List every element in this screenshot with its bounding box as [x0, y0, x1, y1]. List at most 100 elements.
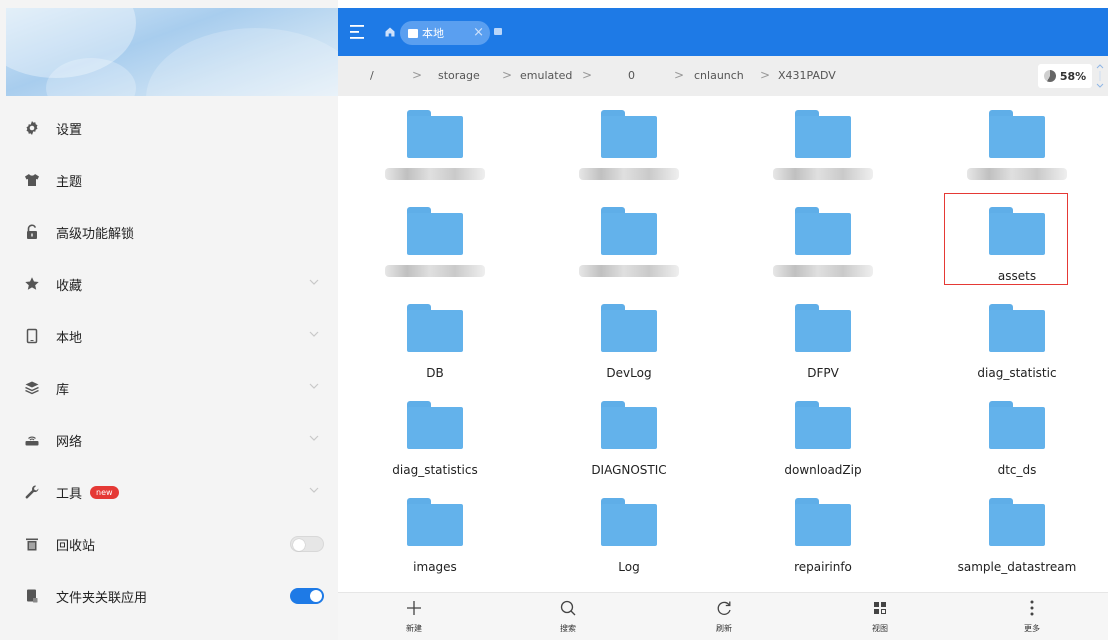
sidebar-item-label: 本地	[56, 330, 83, 346]
chevron-right-icon: >	[502, 68, 513, 82]
folder-item[interactable]: DB	[338, 294, 532, 394]
breadcrumb-item[interactable]: emulated	[520, 69, 572, 82]
folder-item[interactable]	[726, 197, 920, 297]
breadcrumb-root[interactable]: /	[370, 69, 374, 82]
recycle-bin-toggle[interactable]	[290, 536, 324, 552]
sidebar-item-tools[interactable]: 工具 new	[6, 466, 338, 518]
chevron-right-icon: >	[674, 68, 685, 82]
view-button[interactable]: 视图	[840, 597, 920, 637]
sidebar-item-label: 主题	[56, 174, 83, 190]
folder-icon	[795, 110, 851, 158]
more-button[interactable]: 更多	[992, 597, 1072, 637]
new-tab-icon[interactable]	[494, 28, 502, 35]
breadcrumb-item[interactable]: 0	[628, 69, 635, 82]
tab-local[interactable]: 本地 ×	[400, 21, 490, 45]
folder-item[interactable]: DevLog	[532, 294, 726, 394]
refresh-icon	[684, 597, 764, 619]
redacted-folder-name	[579, 265, 679, 277]
folder-item[interactable]: diag_statistics	[338, 391, 532, 491]
folder-icon	[795, 304, 851, 352]
folder-item[interactable]: repairinfo	[726, 488, 920, 588]
home-icon[interactable]	[384, 26, 396, 38]
folder-icon	[989, 401, 1045, 449]
folder-apps-toggle[interactable]	[290, 588, 324, 604]
gear-icon	[22, 118, 42, 138]
refresh-label: 刷新	[716, 624, 732, 633]
folder-app-icon	[22, 586, 42, 606]
drawer-menu: 设置 主题 高级功能解锁 收藏 本地 库 网络 工具 new 回收站 文件夹关联…	[6, 102, 338, 622]
sidebar-item-favorites[interactable]: 收藏	[6, 258, 338, 310]
layers-icon	[22, 378, 42, 398]
folder-item[interactable]: diag_statistic	[920, 294, 1108, 394]
storage-percent: 58%	[1059, 69, 1087, 83]
folder-item[interactable]	[338, 100, 532, 200]
sidebar-item-theme[interactable]: 主题	[6, 154, 338, 206]
tab-label: 本地	[422, 27, 444, 40]
folder-name: DevLog	[606, 366, 652, 380]
search-icon	[528, 597, 608, 619]
phone-icon	[22, 326, 42, 346]
folder-icon	[407, 304, 463, 352]
sidebar-item-library[interactable]: 库	[6, 362, 338, 414]
pie-chart-icon	[1043, 70, 1056, 82]
sidebar-item-recycle-bin[interactable]: 回收站	[6, 518, 338, 570]
search-button[interactable]: 搜索	[528, 597, 608, 637]
folder-name: sample_datastream	[957, 560, 1077, 574]
shirt-icon	[22, 170, 42, 190]
folder-item[interactable]: DFPV	[726, 294, 920, 394]
folder-item[interactable]: downloadZip	[726, 391, 920, 491]
chevron-down-icon	[309, 487, 319, 493]
folder-icon	[407, 498, 463, 546]
folder-icon	[601, 304, 657, 352]
new-button[interactable]: 新建	[374, 597, 454, 637]
folder-icon	[795, 401, 851, 449]
redacted-folder-name	[967, 168, 1067, 180]
view-label: 视图	[872, 624, 888, 633]
breadcrumb-item[interactable]: cnlaunch	[694, 69, 744, 82]
plus-icon	[374, 597, 454, 619]
sidebar-item-folder-apps[interactable]: 文件夹关联应用	[6, 570, 338, 622]
folder-item[interactable]: sample_datastream	[920, 488, 1108, 588]
folder-icon	[795, 498, 851, 546]
folder-icon	[601, 110, 657, 158]
folder-item[interactable]: Log	[532, 488, 726, 588]
sidebar-item-unlock[interactable]: 高级功能解锁	[6, 206, 338, 258]
folder-item[interactable]: images	[338, 488, 532, 588]
folder-item[interactable]: DIAGNOSTIC	[532, 391, 726, 491]
sidebar-item-label: 工具	[56, 486, 83, 502]
drawer-header-banner	[6, 8, 338, 96]
folder-name: dtc_ds	[997, 463, 1037, 477]
breadcrumb-item[interactable]: storage	[438, 69, 480, 82]
new-badge: new	[90, 485, 119, 499]
refresh-button[interactable]: 刷新	[684, 597, 764, 637]
menu-icon[interactable]	[348, 22, 368, 42]
sidebar-item-network[interactable]: 网络	[6, 414, 338, 466]
storage-usage-badge[interactable]: 58%	[1038, 64, 1092, 88]
folder-item[interactable]	[338, 197, 532, 297]
top-app-bar: 本地 ×	[338, 8, 1108, 56]
breadcrumb-item-current[interactable]: X431PADV	[778, 69, 836, 82]
folder-item[interactable]	[920, 100, 1108, 200]
router-icon	[22, 430, 42, 450]
sidebar-item-settings[interactable]: 设置	[6, 102, 338, 154]
chevron-down-icon	[309, 331, 319, 337]
redacted-folder-name	[773, 265, 873, 277]
sidebar-item-local[interactable]: 本地	[6, 310, 338, 362]
scroll-arrows-icon[interactable]	[1096, 62, 1104, 90]
folder-name: DB	[426, 366, 444, 380]
breadcrumb: / > storage > emulated > 0 > cnlaunch > …	[338, 56, 1108, 96]
chevron-right-icon: >	[412, 68, 423, 82]
folder-item[interactable]: dtc_ds	[920, 391, 1108, 491]
new-label: 新建	[406, 624, 422, 633]
unlock-icon	[22, 222, 42, 242]
folder-item[interactable]	[532, 197, 726, 297]
highlight-box	[944, 193, 1068, 285]
trash-icon	[22, 534, 42, 554]
folder-name: downloadZip	[784, 463, 862, 477]
chevron-down-icon	[309, 435, 319, 441]
folder-item[interactable]	[726, 100, 920, 200]
redacted-folder-name	[773, 168, 873, 180]
folder-icon	[795, 207, 851, 255]
close-icon[interactable]: ×	[473, 25, 484, 41]
folder-item[interactable]	[532, 100, 726, 200]
